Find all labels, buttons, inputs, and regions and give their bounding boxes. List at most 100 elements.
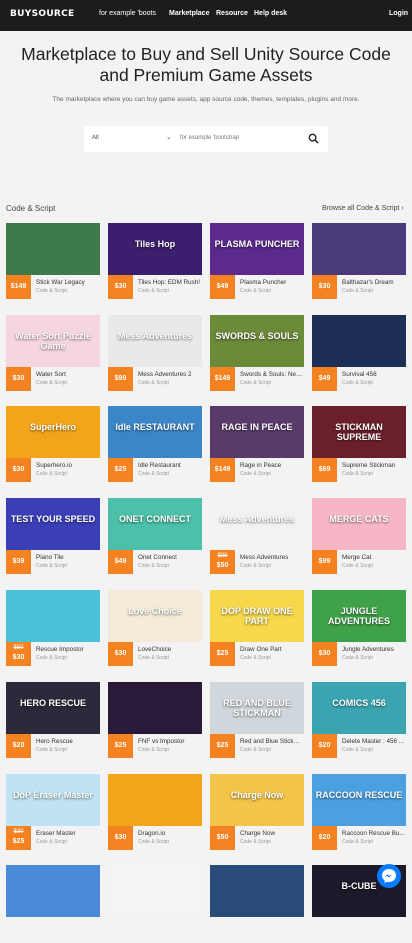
product-thumbnail[interactable]: JUNGLE ADVENTURES [312, 590, 406, 642]
product-title[interactable]: Dragon.io [138, 830, 202, 837]
product-thumbnail[interactable]: Water Sort Puzzle Game [6, 315, 100, 367]
product-card[interactable]: $149 Stick War Legacy Code & Script [6, 223, 100, 301]
product-card[interactable]: Mess Adventures $99 Mess Adventures 2 Code … [108, 315, 202, 393]
product-title[interactable]: Eraser Master [36, 830, 100, 837]
product-card[interactable]: $30 Dragon.io Code & Script [108, 774, 202, 852]
product-thumbnail[interactable]: Idle RESTAURANT [108, 406, 202, 458]
product-thumbnail[interactable]: DoP Eraser Master [6, 774, 100, 826]
product-title[interactable]: Rage in Peace [240, 462, 304, 469]
product-card[interactable] [6, 865, 100, 943]
product-thumbnail[interactable]: TEST YOUR SPEED [6, 498, 100, 550]
product-thumbnail[interactable]: RAGE IN PEACE [210, 406, 304, 458]
product-card[interactable]: $49 Survival 456 Code & Script [312, 315, 406, 393]
product-card[interactable]: RED AND BLUE STICKMAN $25 Red and Blue Sti… [210, 682, 304, 760]
product-card[interactable]: Love Choice $30 LoveChoice Code & Script [108, 590, 202, 668]
product-card[interactable]: SuperHero $30 Superhero.io Code & Script [6, 406, 100, 484]
product-card[interactable]: ONET CONNECT $49 Onet Connect Code & Script [108, 498, 202, 576]
messenger-chat-button[interactable] [377, 864, 401, 888]
product-thumbnail[interactable]: COMICS 456 [312, 682, 406, 734]
product-thumbnail[interactable] [6, 223, 100, 275]
product-title[interactable]: Mess Adventures 2 [138, 371, 202, 378]
nav-marketplace[interactable]: Marketplace [169, 10, 209, 17]
product-thumbnail[interactable] [108, 865, 202, 917]
product-title[interactable]: Jungle Adventures [342, 646, 406, 653]
product-thumbnail[interactable]: SuperHero [6, 406, 100, 458]
product-thumbnail[interactable]: DOP DRAW ONE PART [210, 590, 304, 642]
product-title[interactable]: Plasma Puncher [240, 279, 304, 286]
login-link[interactable]: Login [389, 10, 408, 17]
product-card[interactable]: Idle RESTAURANT $25 Idle Restaurant Code & … [108, 406, 202, 484]
product-thumbnail[interactable]: Love Choice [108, 590, 202, 642]
nav-help-desk[interactable]: Help desk [254, 10, 287, 17]
product-card[interactable]: Mess Adventures $99 $50 Mess Adventures Code… [210, 498, 304, 576]
product-title[interactable]: Red and Blue Stickm... [240, 738, 304, 745]
product-card[interactable]: COMICS 456 $20 Delete Master : 456 ... Code… [312, 682, 406, 760]
header-search-input[interactable]: for example 'boots [99, 10, 156, 17]
product-title[interactable]: Onet Connect [138, 554, 202, 561]
category-select[interactable]: All [92, 135, 99, 141]
product-title[interactable]: Rescue Impostor [36, 646, 100, 653]
product-card[interactable]: RACCOON RESCUE $20 Raccoon Rescue Bu... Cod… [312, 774, 406, 852]
product-card[interactable]: DOP DRAW ONE PART $25 Draw One Part Code & … [210, 590, 304, 668]
chevron-down-icon[interactable]: ⌄ [166, 133, 172, 141]
product-thumbnail[interactable] [312, 315, 406, 367]
site-logo[interactable]: BUYSOURCE [10, 9, 75, 19]
product-title[interactable]: Mess Adventures [240, 554, 304, 561]
product-card[interactable]: STICKMAN SUPREME $69 Supreme Stickman Code … [312, 406, 406, 484]
product-thumbnail[interactable]: Tiles Hop [108, 223, 202, 275]
product-title[interactable]: Raccoon Rescue Bu... [342, 830, 406, 837]
product-title[interactable]: Hero Rescue [36, 738, 100, 745]
product-card[interactable]: $30 Balthazar's Dream Code & Script [312, 223, 406, 301]
product-title[interactable]: Stick War Legacy [36, 279, 100, 286]
product-title[interactable]: Piano Tile [36, 554, 100, 561]
product-card[interactable]: TEST YOUR SPEED $39 Piano Tile Code & Scrip… [6, 498, 100, 576]
product-thumbnail[interactable]: HERO RESCUE [6, 682, 100, 734]
product-thumbnail[interactable] [108, 682, 202, 734]
product-card[interactable]: $25 FNF vs Impostor Code & Script [108, 682, 202, 760]
product-title[interactable]: LoveChoice [138, 646, 202, 653]
product-card[interactable]: MERGE CATS $99 Merge Cat Code & Script [312, 498, 406, 576]
product-thumbnail[interactable] [6, 590, 100, 642]
product-thumbnail[interactable] [108, 774, 202, 826]
product-thumbnail[interactable]: MERGE CATS [312, 498, 406, 550]
product-title[interactable]: Draw One Part [240, 646, 304, 653]
product-title[interactable]: Swords & Souls: Neve... [240, 371, 304, 378]
product-card[interactable]: PLASMA PUNCHER $49 Plasma Puncher Code & Sc… [210, 223, 304, 301]
product-thumbnail[interactable]: SWORDS & SOULS [210, 315, 304, 367]
product-card[interactable]: RAGE IN PEACE $149 Rage in Peace Code & Scr… [210, 406, 304, 484]
product-title[interactable]: Merge Cat [342, 554, 406, 561]
browse-all-link[interactable]: Browse all Code & Script › [322, 205, 404, 212]
product-thumbnail[interactable]: ONET CONNECT [108, 498, 202, 550]
product-card[interactable]: Tiles Hop $30 Tiles Hop: EDM Rush! Code & S… [108, 223, 202, 301]
product-thumbnail[interactable]: PLASMA PUNCHER [210, 223, 304, 275]
product-card[interactable]: DoP Eraser Master $30 $25 Eraser Master Code… [6, 774, 100, 852]
product-title[interactable]: Idle Restaurant [138, 462, 202, 469]
product-title[interactable]: Tiles Hop: EDM Rush! [138, 279, 202, 286]
product-title[interactable]: FNF vs Impostor [138, 738, 202, 745]
product-thumbnail[interactable] [312, 223, 406, 275]
product-card[interactable]: JUNGLE ADVENTURES $30 Jungle Adventures Cod… [312, 590, 406, 668]
product-thumbnail[interactable]: RED AND BLUE STICKMAN [210, 682, 304, 734]
product-title[interactable]: Delete Master : 456 ... [342, 738, 406, 745]
product-thumbnail[interactable]: STICKMAN SUPREME [312, 406, 406, 458]
product-title[interactable]: Water Sort [36, 371, 100, 378]
product-title[interactable]: Superhero.io [36, 462, 100, 469]
product-card[interactable]: Water Sort Puzzle Game $30 Water Sort Code … [6, 315, 100, 393]
product-thumbnail[interactable]: RACCOON RESCUE [312, 774, 406, 826]
product-title[interactable]: Balthazar's Dream [342, 279, 406, 286]
product-title[interactable]: Charge Now [240, 830, 304, 837]
search-icon[interactable] [308, 133, 319, 144]
product-card[interactable]: $50 $30 Rescue Impostor Code & Script [6, 590, 100, 668]
product-card[interactable]: Charge Now $50 Charge Now Code & Script [210, 774, 304, 852]
hero-search-input[interactable]: for example 'bootstrap [180, 135, 239, 141]
product-card[interactable]: SWORDS & SOULS $149 Swords & Souls: Neve..… [210, 315, 304, 393]
product-thumbnail[interactable] [210, 865, 304, 917]
product-card[interactable]: HERO RESCUE $20 Hero Rescue Code & Script [6, 682, 100, 760]
product-card[interactable] [108, 865, 202, 943]
product-title[interactable]: Survival 456 [342, 371, 406, 378]
product-thumbnail[interactable] [6, 865, 100, 917]
product-thumbnail[interactable]: Mess Adventures [108, 315, 202, 367]
product-thumbnail[interactable]: Mess Adventures [210, 498, 304, 550]
product-thumbnail[interactable]: Charge Now [210, 774, 304, 826]
product-title[interactable]: Supreme Stickman [342, 462, 406, 469]
